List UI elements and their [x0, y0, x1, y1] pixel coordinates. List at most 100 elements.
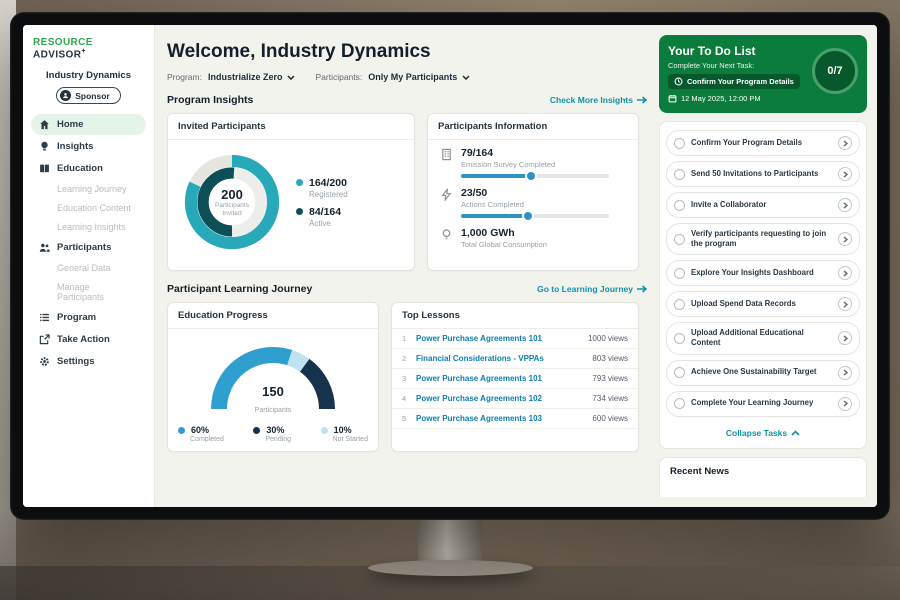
- chevron-right-icon[interactable]: [838, 167, 852, 181]
- stat-consumption: 1,000 GWh Total Global Consumption: [428, 220, 638, 251]
- active-dot: [296, 208, 303, 215]
- lesson-link[interactable]: Power Purchase Agreements 101: [416, 334, 581, 343]
- go-to-learning-journey-link[interactable]: Go to Learning Journey: [537, 284, 647, 294]
- participants-icon: [39, 242, 50, 253]
- todo-panel: Your To Do List Complete Your Next Task:…: [659, 25, 877, 507]
- sidebar-item-program[interactable]: Program: [31, 307, 146, 328]
- filter-bar: Program: Industrialize Zero Participants…: [167, 72, 647, 82]
- task-row-4[interactable]: Verify participants requesting to join t…: [666, 223, 860, 255]
- sidebar-item-manage-participants[interactable]: Manage Participants: [31, 278, 146, 306]
- top-lessons-title: Top Lessons: [392, 303, 638, 329]
- recent-news-card: Recent News: [659, 457, 867, 497]
- chevron-right-icon[interactable]: [838, 366, 852, 380]
- task-checkbox[interactable]: [674, 268, 685, 279]
- sidebar-nav: Home Insights Education Learning Journey: [31, 114, 146, 372]
- insights-cards: Invited Participants 200: [167, 113, 647, 271]
- chevron-right-icon[interactable]: [838, 198, 852, 212]
- chevron-right-icon[interactable]: [838, 397, 852, 411]
- legend-not-started: 10% Not Started: [321, 425, 368, 443]
- chevron-right-icon[interactable]: [838, 297, 852, 311]
- stat-emission-survey: 79/164 Emission Survey Completed: [428, 140, 638, 180]
- task-checkbox[interactable]: [674, 138, 685, 149]
- home-icon: [39, 119, 50, 130]
- sidebar-item-learning-insights[interactable]: Learning Insights: [31, 218, 146, 236]
- sidebar-item-participants[interactable]: Participants: [31, 237, 146, 258]
- legend-completed: 60% Completed: [178, 425, 224, 443]
- education-gauge-chart: 150 Participants: [203, 337, 343, 417]
- invited-participants-card: Invited Participants 200: [167, 113, 415, 271]
- todo-progress-ring: 0/7: [812, 48, 858, 94]
- brand-primary: RESOURCE: [33, 37, 93, 48]
- brand-plus: +: [81, 48, 86, 55]
- sidebar-item-learning-journey[interactable]: Learning Journey: [31, 180, 146, 198]
- sidebar-item-home[interactable]: Home: [31, 114, 146, 135]
- task-row-2[interactable]: Send 50 Invitations to Participants: [666, 161, 860, 187]
- chevron-right-icon[interactable]: [838, 232, 852, 246]
- lesson-row: 2 Financial Considerations - VPPAs 803 v…: [392, 349, 638, 369]
- lesson-link[interactable]: Financial Considerations - VPPAs: [416, 354, 585, 363]
- task-checkbox[interactable]: [674, 299, 685, 310]
- legend-active: 84/164 Active: [296, 206, 348, 228]
- stat-actions-completed: 23/50 Actions Completed: [428, 180, 638, 220]
- registered-dot: [296, 179, 303, 186]
- org-name: Industry Dynamics: [31, 70, 146, 81]
- chevron-down-icon: [287, 75, 295, 80]
- check-more-insights-link[interactable]: Check More Insights: [550, 95, 647, 105]
- task-checkbox[interactable]: [674, 398, 685, 409]
- building-icon: [440, 148, 453, 161]
- sidebar-item-insights[interactable]: Insights: [31, 136, 146, 157]
- clock-icon: [674, 77, 683, 86]
- participants-dropdown[interactable]: Only My Participants: [368, 72, 470, 82]
- sidebar-item-settings[interactable]: Settings: [31, 351, 146, 372]
- task-row-1[interactable]: Confirm Your Program Details: [666, 130, 860, 156]
- task-row-9[interactable]: Complete Your Learning Journey: [666, 391, 860, 417]
- lesson-row: 3 Power Purchase Agreements 101 793 view…: [392, 369, 638, 389]
- gauge-center-value: 150: [203, 384, 343, 399]
- chevron-right-icon[interactable]: [838, 266, 852, 280]
- task-checkbox[interactable]: [674, 333, 685, 344]
- take-action-icon: [39, 334, 50, 345]
- task-checkbox[interactable]: [674, 169, 685, 180]
- todo-title: Your To Do List: [668, 44, 800, 58]
- next-task-due: 12 May 2025, 12:00 PM: [668, 94, 800, 103]
- sidebar-item-education[interactable]: Education: [31, 158, 146, 179]
- next-task-pill[interactable]: Confirm Your Program Details: [668, 74, 800, 89]
- sidebar-item-take-action[interactable]: Take Action: [31, 329, 146, 350]
- sponsor-badge[interactable]: Sponsor: [56, 87, 120, 104]
- lesson-link[interactable]: Power Purchase Agreements 101: [416, 374, 585, 383]
- education-progress-card: Education Progress 150 Participants: [167, 302, 379, 452]
- task-row-6[interactable]: Upload Spend Data Records: [666, 291, 860, 317]
- lesson-link[interactable]: Power Purchase Agreements 102: [416, 394, 585, 403]
- invited-legend: 164/200 Registered 84/164 Active: [296, 170, 348, 235]
- sidebar-item-general-data[interactable]: General Data: [31, 259, 146, 277]
- chevron-right-icon[interactable]: [838, 136, 852, 150]
- settings-icon: [39, 356, 50, 367]
- todo-subtitle: Complete Your Next Task:: [668, 61, 800, 70]
- main-content: Welcome, Industry Dynamics Program: Indu…: [155, 25, 659, 507]
- chevron-right-icon[interactable]: [838, 331, 852, 345]
- task-row-7[interactable]: Upload Additional Educational Content: [666, 322, 860, 354]
- learning-journey-header: Participant Learning Journey Go to Learn…: [167, 283, 647, 295]
- task-checkbox[interactable]: [674, 367, 685, 378]
- education-legend: 60% Completed 30% Pending 10%: [168, 417, 378, 443]
- task-checkbox[interactable]: [674, 234, 685, 245]
- sidebar-item-education-content[interactable]: Education Content: [31, 199, 146, 217]
- lesson-link[interactable]: Power Purchase Agreements 103: [416, 414, 585, 423]
- arrow-right-icon: [637, 96, 647, 104]
- insights-icon: [39, 141, 50, 152]
- program-dropdown[interactable]: Industrialize Zero: [208, 72, 296, 82]
- invited-center-label: Participants Invited: [208, 202, 256, 218]
- task-row-5[interactable]: Explore Your Insights Dashboard: [666, 260, 860, 286]
- task-row-8[interactable]: Achieve One Sustainability Target: [666, 360, 860, 386]
- education-card-title: Education Progress: [168, 303, 378, 329]
- learning-cards: Education Progress 150 Participants: [167, 302, 647, 452]
- chevron-up-icon: [791, 430, 800, 436]
- lesson-row: 1 Power Purchase Agreements 101 1000 vie…: [392, 329, 638, 349]
- task-checkbox[interactable]: [674, 200, 685, 211]
- collapse-tasks-link[interactable]: Collapse Tasks: [665, 422, 861, 445]
- task-row-3[interactable]: Invite a Collaborator: [666, 192, 860, 218]
- invited-center-value: 200: [221, 187, 243, 202]
- brand-logo: RESOURCE ADVISOR+: [31, 35, 146, 68]
- legend-registered: 164/200 Registered: [296, 177, 348, 199]
- tasks-list: Confirm Your Program Details Send 50 Inv…: [659, 121, 867, 449]
